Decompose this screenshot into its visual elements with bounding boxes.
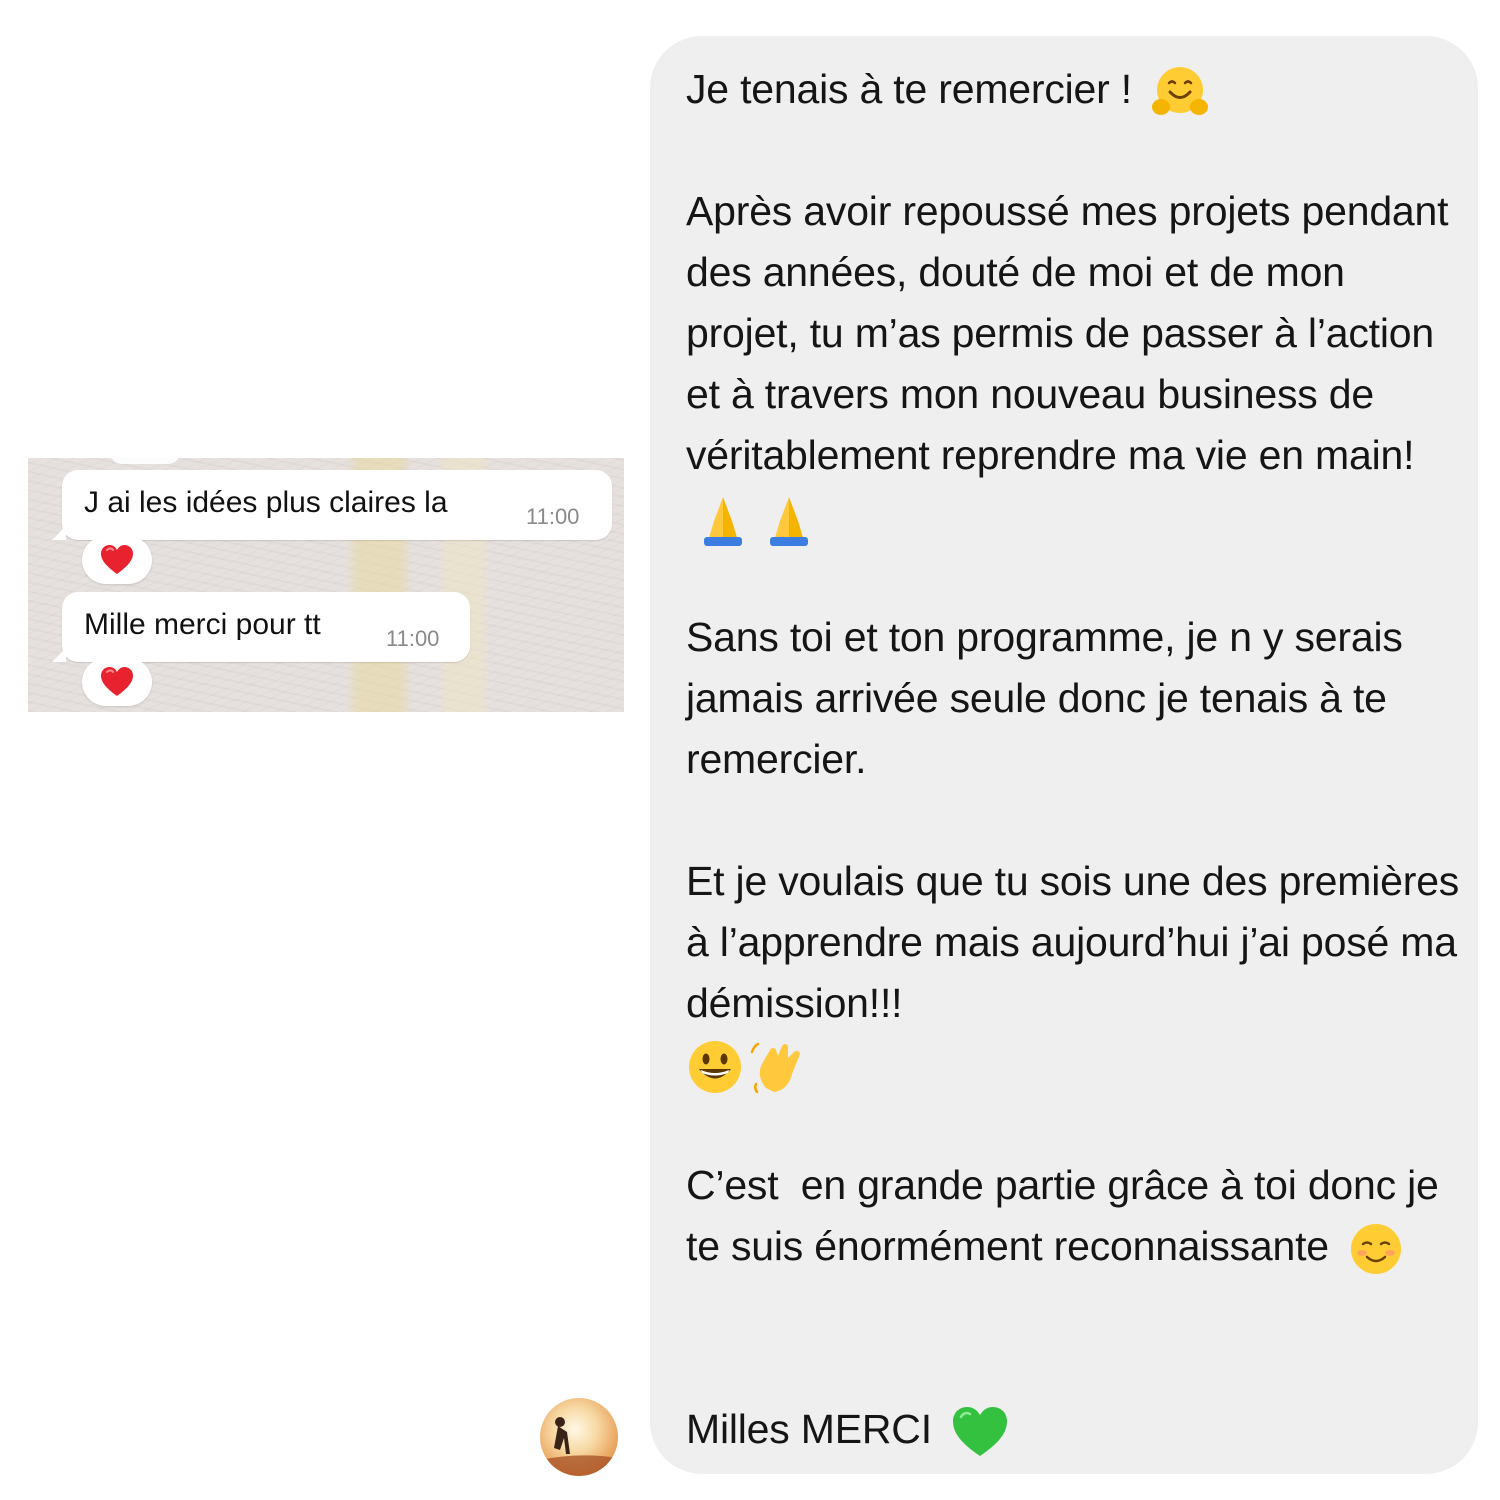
whatsapp-message-bubble[interactable]: Mille merci pour tt 11:00: [52, 592, 470, 662]
smiling-face-emoji-icon: [1351, 1224, 1402, 1275]
paragraph-text: Et je voulais que tu sois une des premiè…: [686, 858, 1471, 1026]
whatsapp-message-bubble[interactable]: J ai les idées plus claires la 11:00: [52, 470, 612, 540]
paragraph-text: Après avoir repoussé mes projets pendant…: [686, 188, 1460, 478]
paragraph-text: Je tenais à te remercier !: [686, 66, 1132, 112]
paragraph-text: C’est en grande partie grâce à toi donc …: [686, 1162, 1450, 1269]
folded-hands-emoji-icon: [770, 497, 808, 547]
message-paragraph: Après avoir repoussé mes projets pendant…: [686, 181, 1466, 547]
waving-hand-emoji-icon: [750, 1042, 800, 1094]
message-time: 11:00: [526, 504, 580, 529]
message-paragraph: Milles MERCI: [686, 1399, 1466, 1460]
person-silhouette-icon: [540, 1417, 618, 1476]
green-heart-emoji-icon: [953, 1407, 1008, 1457]
reaction-badge[interactable]: [82, 536, 152, 584]
bubble-tail: [52, 526, 66, 540]
red-heart-icon: [101, 545, 133, 574]
message-paragraph: C’est en grande partie grâce à toi donc …: [686, 1155, 1466, 1277]
message-text: Mille merci pour tt: [84, 608, 321, 641]
message-text: J ai les idées plus claires la: [84, 486, 448, 519]
sender-avatar[interactable]: [540, 1398, 618, 1476]
message-paragraph: Et je voulais que tu sois une des premiè…: [686, 851, 1466, 1096]
message-paragraph: Je tenais à te remercier !: [686, 59, 1466, 120]
messenger-message-bubble[interactable]: Je tenais à te remercier ! Après avoir r…: [650, 36, 1478, 1474]
grinning-face-emoji-icon: [689, 1041, 741, 1094]
whatsapp-chat-snippet: J ai les idées plus claires la 11:00 Mil…: [28, 458, 624, 712]
bubble-tail: [52, 648, 66, 662]
paragraph-text: Milles MERCI: [686, 1406, 932, 1452]
message-paragraph: Sans toi et ton programme, je n y serais…: [686, 614, 1414, 782]
screenshot-canvas: J ai les idées plus claires la 11:00 Mil…: [0, 0, 1500, 1500]
hugging-face-emoji-icon: [1152, 67, 1209, 116]
red-heart-icon: [101, 667, 133, 696]
reaction-badge[interactable]: [82, 658, 152, 706]
message-time: 11:00: [386, 626, 440, 651]
folded-hands-emoji-icon: [704, 497, 742, 547]
previous-message-edge: [110, 458, 180, 464]
